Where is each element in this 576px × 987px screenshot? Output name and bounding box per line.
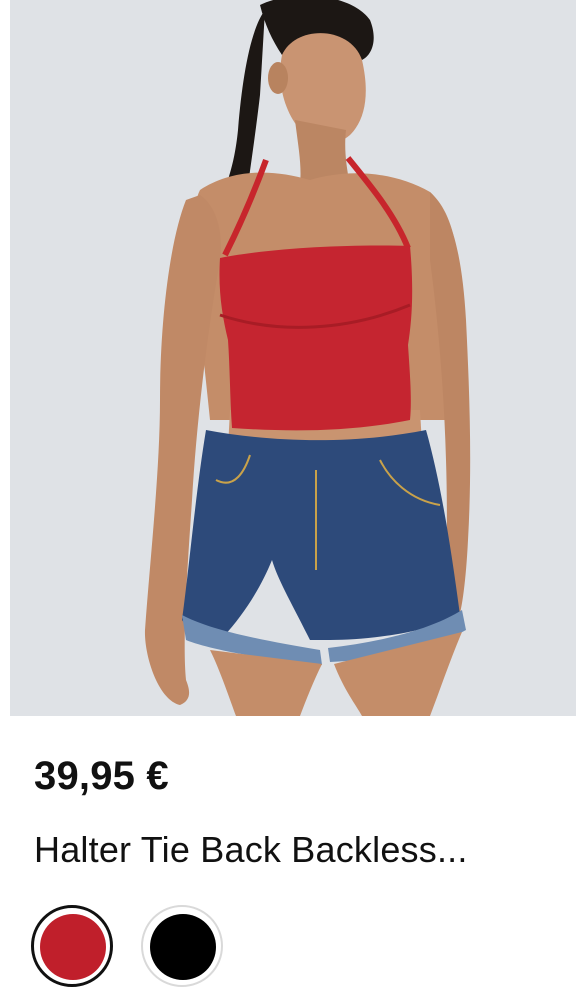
color-dot-red: [40, 914, 106, 980]
product-title[interactable]: Halter Tie Back Backless...: [34, 828, 468, 872]
product-price: 39,95 €: [34, 754, 169, 798]
product-card[interactable]: 39,95 € Halter Tie Back Backless...: [0, 0, 576, 987]
color-swatches: [31, 905, 291, 987]
color-swatch-red[interactable]: [31, 905, 113, 987]
product-image[interactable]: [10, 0, 576, 716]
product-photo-illustration: [10, 0, 576, 716]
color-swatch-black[interactable]: [141, 905, 223, 987]
color-dot-black: [150, 914, 216, 980]
